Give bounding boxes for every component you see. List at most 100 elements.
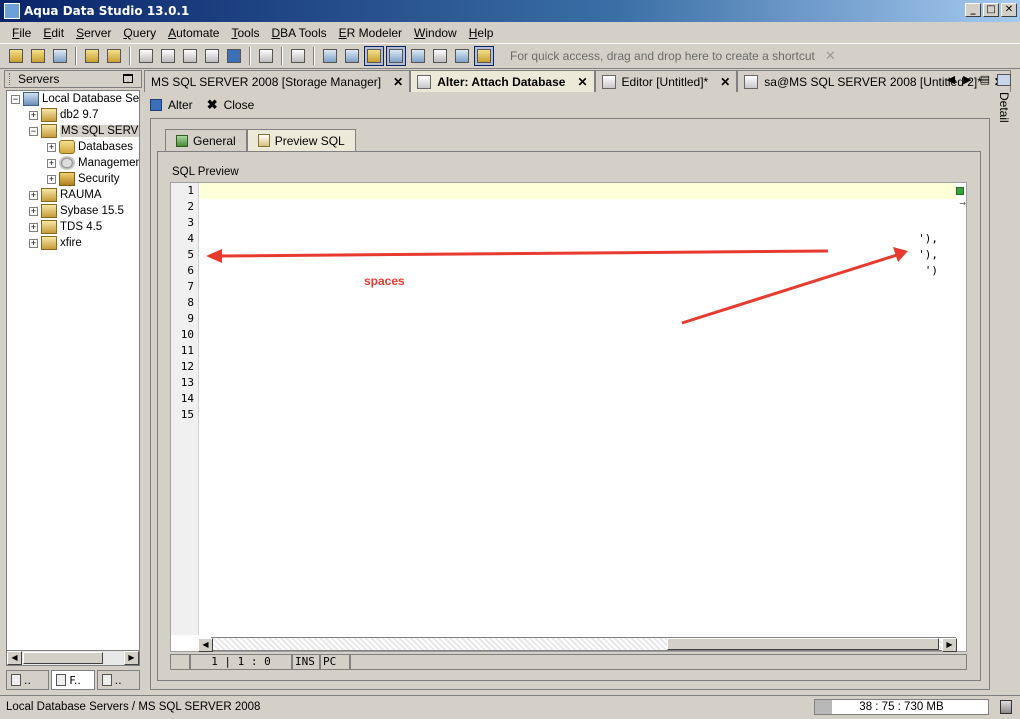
panel-toggle-button[interactable] xyxy=(364,46,384,66)
tree-item-sybase[interactable]: + Sybase 15.5 xyxy=(7,203,139,219)
tree-item-tds[interactable]: + TDS 4.5 xyxy=(7,219,139,235)
collapse-icon[interactable]: − xyxy=(11,94,20,104)
tab-next-icon[interactable]: ▶ xyxy=(963,73,971,86)
history-button[interactable] xyxy=(288,46,308,66)
menu-edit[interactable]: Edit xyxy=(37,26,70,40)
split-view-button[interactable] xyxy=(342,46,362,66)
detail-view-button[interactable] xyxy=(452,46,472,66)
menu-dba-tools[interactable]: DBA Tools xyxy=(266,26,333,40)
tab-close-icon[interactable]: ✕ xyxy=(577,75,587,89)
scroll-thumb[interactable] xyxy=(667,638,939,650)
disconnect-button[interactable] xyxy=(104,46,124,66)
code-area[interactable]: '), '), ') xyxy=(200,183,956,635)
server-props-button[interactable] xyxy=(50,46,70,66)
expand-icon[interactable]: + xyxy=(29,238,38,248)
expand-icon[interactable]: + xyxy=(29,206,38,216)
close-window-button[interactable]: ✕ xyxy=(1001,3,1017,17)
memory-indicator[interactable]: 38 : 75 : 730 MB xyxy=(814,699,989,715)
tree-item-security[interactable]: + Security xyxy=(7,171,139,187)
tab-preview-sql[interactable]: Preview SQL xyxy=(246,129,356,151)
close-button[interactable]: Close xyxy=(224,98,255,112)
line-number: 11 xyxy=(180,344,194,357)
chart-toggle-button[interactable] xyxy=(474,46,494,66)
tab-editor-untitled[interactable]: Editor [Untitled]* ✕ xyxy=(594,70,738,92)
query-analyzer-button[interactable] xyxy=(158,46,178,66)
procedure-button[interactable] xyxy=(180,46,200,66)
restore-icon[interactable] xyxy=(123,74,133,83)
tree-item-db2[interactable]: + db2 9.7 xyxy=(7,107,139,123)
scroll-thumb[interactable] xyxy=(23,652,103,664)
tree-item-rauma[interactable]: + RAUMA xyxy=(7,187,139,203)
tab-general[interactable]: General xyxy=(165,129,247,151)
shell-button[interactable] xyxy=(224,46,244,66)
action-bar: Alter ✖ Close xyxy=(150,96,254,114)
tab-close-icon[interactable]: ✕ xyxy=(720,75,730,89)
table-data-button[interactable] xyxy=(202,46,222,66)
sql-editor[interactable]: 1 2 3 4 5 6 7 8 9 10 11 12 13 14 15 '), xyxy=(170,182,967,652)
expand-icon[interactable]: + xyxy=(29,110,38,120)
document-icon xyxy=(417,74,432,89)
menu-file[interactable]: File xyxy=(6,26,37,40)
history-icon xyxy=(291,49,305,63)
tab-list-icon[interactable]: ▤ xyxy=(980,73,990,86)
expand-icon[interactable]: + xyxy=(47,174,56,184)
tree-item-management[interactable]: + Management xyxy=(7,155,139,171)
gear-icon xyxy=(59,156,75,170)
menu-tools[interactable]: Tools xyxy=(225,26,265,40)
tree-horizontal-scrollbar[interactable]: ◀ ▶ xyxy=(6,650,140,666)
layout-button[interactable] xyxy=(408,46,428,66)
overview-marker-icon: → xyxy=(959,199,966,208)
expand-icon[interactable]: + xyxy=(47,142,56,152)
table-toggle-button[interactable] xyxy=(386,46,406,66)
bottom-tab-servers[interactable]: .. xyxy=(6,670,50,690)
scroll-right-icon[interactable]: ▶ xyxy=(124,651,139,665)
tab-storage-manager[interactable]: MS SQL SERVER 2008 [Storage Manager] ✕ xyxy=(144,70,411,92)
grip-icon[interactable] xyxy=(9,73,12,85)
expand-icon[interactable]: + xyxy=(29,222,38,232)
menu-query[interactable]: Query xyxy=(117,26,162,40)
detail-tab[interactable]: Detail xyxy=(997,92,1011,123)
menu-automate[interactable]: Automate xyxy=(162,26,225,40)
quick-access-close-icon[interactable]: ✕ xyxy=(825,49,836,64)
tab-close-icon[interactable]: ✕ xyxy=(393,75,403,89)
compare-button[interactable] xyxy=(256,46,276,66)
bottom-tab-files[interactable]: F.. xyxy=(51,670,95,690)
line-number: 6 xyxy=(187,264,194,277)
detail-panel-icon[interactable] xyxy=(997,74,1011,86)
toolbar-separator xyxy=(313,47,315,65)
tree-item-xfire[interactable]: + xfire xyxy=(7,235,139,251)
grid-view-button[interactable] xyxy=(320,46,340,66)
preview-sql-icon xyxy=(257,134,270,147)
menu-window[interactable]: Window xyxy=(408,26,463,40)
bottom-tab-folders[interactable]: .. xyxy=(96,670,140,690)
tab-prev-icon[interactable]: ◀ xyxy=(947,73,955,86)
main-toolbar: For quick access, drag and drop here to … xyxy=(0,43,1020,69)
scroll-left-icon[interactable]: ◀ xyxy=(7,651,22,665)
menu-er-modeler[interactable]: ER Modeler xyxy=(333,26,408,40)
tree-item-label: Sybase 15.5 xyxy=(60,205,124,217)
line-number-gutter: 1 2 3 4 5 6 7 8 9 10 11 12 13 14 15 xyxy=(171,183,199,635)
tree-root[interactable]: − Local Database Ser xyxy=(7,91,139,107)
expand-icon[interactable]: + xyxy=(47,158,56,168)
query-window-button[interactable] xyxy=(136,46,156,66)
tree-item-databases[interactable]: + Databases xyxy=(7,139,139,155)
minimize-button[interactable]: _ xyxy=(965,3,981,17)
list-view-button[interactable] xyxy=(430,46,450,66)
scroll-left-icon[interactable]: ◀ xyxy=(198,638,213,652)
menu-help[interactable]: Help xyxy=(463,26,500,40)
collapse-icon[interactable]: − xyxy=(29,126,38,136)
line-number: 13 xyxy=(180,376,194,389)
connect-button[interactable] xyxy=(82,46,102,66)
trash-icon[interactable] xyxy=(1000,700,1012,714)
maximize-button[interactable]: □ xyxy=(983,3,999,17)
tree-item-mssql[interactable]: − MS SQL SERVER xyxy=(7,123,139,139)
scroll-right-icon[interactable]: ▶ xyxy=(942,638,957,652)
new-server-button[interactable] xyxy=(6,46,26,66)
editor-horizontal-scrollbar[interactable]: ◀ ▶ xyxy=(198,637,957,652)
remove-server-button[interactable] xyxy=(28,46,48,66)
alter-button[interactable]: Alter xyxy=(168,98,193,112)
tab-alter-attach-database[interactable]: Alter: Attach Database ✕ xyxy=(410,70,595,92)
menu-server[interactable]: Server xyxy=(70,26,117,40)
expand-icon[interactable]: + xyxy=(29,190,38,200)
